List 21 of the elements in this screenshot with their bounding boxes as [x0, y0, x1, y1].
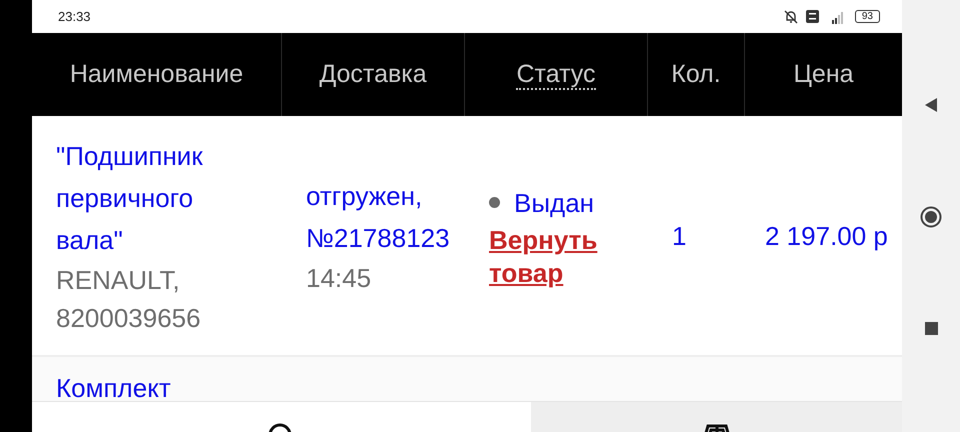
volte-icon: [806, 10, 819, 23]
recents-icon[interactable]: [924, 322, 938, 336]
quantity: 1: [672, 220, 688, 252]
column-header: Доставка: [319, 60, 427, 89]
column-header: Статус: [516, 60, 596, 90]
home-icon[interactable]: [920, 206, 942, 228]
clock: 23:33: [58, 9, 91, 24]
column-header: Кол.: [671, 60, 721, 89]
back-icon[interactable]: [924, 96, 938, 113]
column-header: Цена: [793, 60, 854, 89]
product-name: Комплект: [56, 373, 171, 401]
return-link[interactable]: Вернуть товар: [489, 224, 648, 290]
price: 2 197.00 р: [765, 220, 889, 252]
column-header: Наименование: [70, 60, 244, 89]
battery-level: 93: [854, 10, 880, 23]
delivery-time: 14:45: [306, 262, 372, 294]
product-name: "Подшипник первичного вала": [56, 140, 204, 256]
bell-off-icon: [784, 10, 798, 24]
order-status: Выдан: [514, 186, 594, 220]
delivery-status: отгружен, №21788123: [306, 180, 451, 254]
product-brand: RENAULT, 8200039656: [56, 264, 202, 334]
